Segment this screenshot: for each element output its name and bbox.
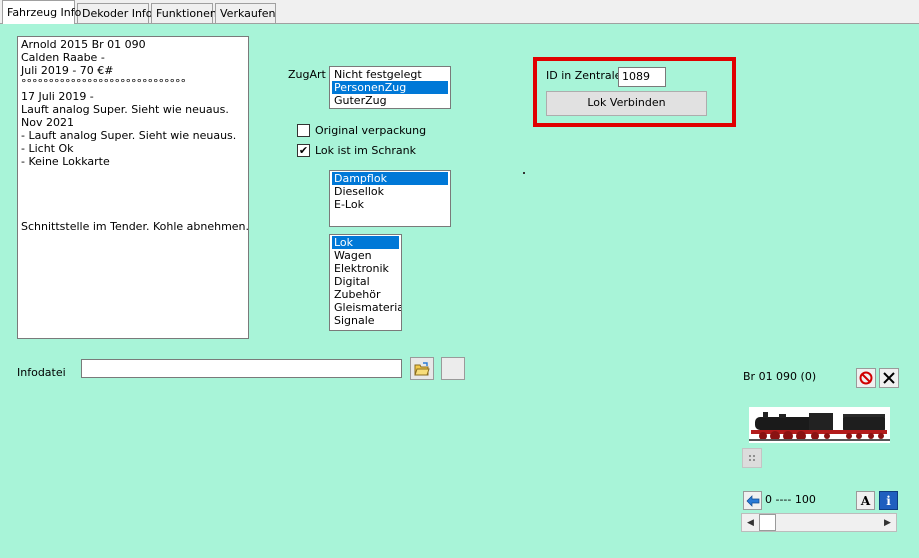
- open-file-button[interactable]: [410, 357, 434, 380]
- zugart-listbox[interactable]: Nicht festgelegt PersonenZug GuterZug: [329, 66, 451, 109]
- info-button[interactable]: i: [879, 491, 898, 510]
- zugart-option-personenzug[interactable]: PersonenZug: [332, 81, 448, 94]
- loktyp-option-diesellok[interactable]: Diesellok: [332, 185, 448, 198]
- speed-range-label: 0 ---- 100: [765, 493, 816, 506]
- zentrale-id-label: ID in Zentrale: [546, 69, 622, 82]
- steam-locomotive-icon: [749, 412, 890, 441]
- tab-dekoder-info[interactable]: Dekoder Info: [77, 3, 153, 23]
- loktyp-option-dampflok[interactable]: Dampflok: [332, 172, 448, 185]
- tab-fahrzeug-info[interactable]: Fahrzeug Info: [2, 0, 81, 24]
- zentrale-id-input[interactable]: 1089: [618, 67, 666, 87]
- locomotive-image: [749, 407, 890, 443]
- kategorie-option-zubehoer[interactable]: Zubehör: [332, 288, 399, 301]
- lok-im-schrank-checkbox[interactable]: ✔: [297, 144, 310, 157]
- lok-verbinden-button[interactable]: Lok Verbinden: [546, 91, 707, 116]
- loco-card-title: Br 01 090 (0): [743, 370, 817, 383]
- tab-bar: Fahrzeug Info Dekoder Info Funktionen Ve…: [0, 0, 919, 24]
- close-button[interactable]: [879, 368, 899, 388]
- direction-button[interactable]: [743, 491, 762, 510]
- tab-verkaufen[interactable]: Verkaufen: [215, 3, 276, 23]
- scroll-left-button[interactable]: ◀: [742, 514, 759, 531]
- zugart-option-guterzug[interactable]: GuterZug: [332, 94, 448, 107]
- open-folder-icon: [414, 361, 430, 375]
- original-verpackung-checkbox[interactable]: [297, 124, 310, 137]
- dots-icon: [749, 455, 755, 461]
- kategorie-option-digital[interactable]: Digital: [332, 275, 399, 288]
- infodatei-label: Infodatei: [17, 366, 66, 379]
- kategorie-option-signale[interactable]: Signale: [332, 314, 399, 327]
- dot-marker: [523, 172, 525, 174]
- zugart-label: ZugArt: [288, 68, 326, 81]
- close-icon: [883, 372, 895, 384]
- fahrzeug-info-panel: Arnold 2015 Br 01 090 Calden Raabe - Jul…: [0, 23, 919, 558]
- loco-card: [739, 364, 900, 536]
- no-entry-icon: [859, 371, 873, 385]
- tab-funktionen[interactable]: Funktionen: [151, 3, 217, 23]
- arrow-left-icon: [746, 494, 759, 507]
- notes-textarea[interactable]: Arnold 2015 Br 01 090 Calden Raabe - Jul…: [17, 36, 249, 339]
- kategorie-listbox[interactable]: Lok Wagen Elektronik Digital Zubehör Gle…: [329, 234, 402, 331]
- scroll-right-button[interactable]: ▶: [879, 514, 896, 531]
- lok-im-schrank-label: Lok ist im Schrank: [315, 144, 417, 157]
- kategorie-option-elektronik[interactable]: Elektronik: [332, 262, 399, 275]
- font-button[interactable]: A: [856, 491, 875, 510]
- delete-button[interactable]: [856, 368, 876, 388]
- zugart-option-nicht-festgelegt[interactable]: Nicht festgelegt: [332, 68, 448, 81]
- kategorie-option-gleismaterial[interactable]: Gleismaterial: [332, 301, 401, 314]
- infodatei-input[interactable]: [81, 359, 402, 378]
- speed-scrollbar[interactable]: ◀ ▶: [741, 513, 897, 532]
- kategorie-option-lok[interactable]: Lok: [332, 236, 399, 249]
- function-dots-button[interactable]: [742, 448, 762, 468]
- loktyp-listbox[interactable]: Dampflok Diesellok E-Lok: [329, 170, 451, 227]
- kategorie-option-wagen[interactable]: Wagen: [332, 249, 399, 262]
- loktyp-option-e-lok[interactable]: E-Lok: [332, 198, 448, 211]
- scroll-thumb[interactable]: [759, 514, 776, 531]
- original-verpackung-label: Original verpackung: [315, 124, 427, 137]
- blank-button[interactable]: [441, 357, 465, 380]
